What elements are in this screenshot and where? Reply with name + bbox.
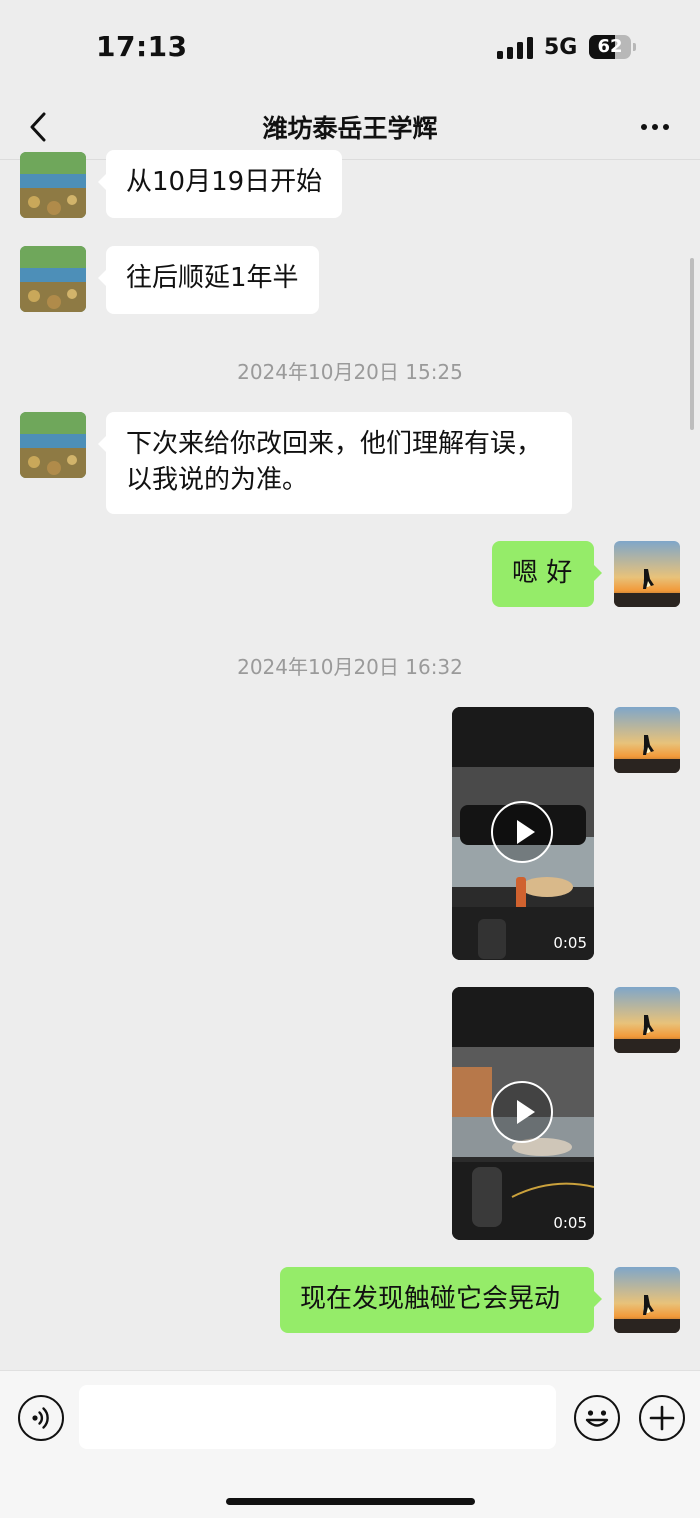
- message-bubble-incoming[interactable]: 下次来给你改回来，他们理解有误，以我说的为准。: [98, 412, 572, 514]
- message-input[interactable]: [79, 1385, 556, 1449]
- message-timestamp: 2024年10月20日 16:32: [237, 655, 463, 679]
- home-indicator: [226, 1498, 475, 1505]
- battery-nub: [633, 43, 636, 51]
- video-duration: 0:05: [553, 934, 587, 952]
- chevron-left-icon: [30, 112, 46, 142]
- more-button[interactable]: [632, 109, 678, 145]
- battery-icon: 62: [589, 35, 631, 59]
- input-bar: [0, 1370, 700, 1518]
- nav-bar: 潍坊泰岳王学辉: [0, 95, 700, 160]
- status-bar: 17:13 5G 62: [0, 0, 700, 95]
- scrollbar[interactable]: [690, 258, 694, 430]
- video-duration: 0:05: [553, 1214, 587, 1232]
- play-icon[interactable]: [491, 1081, 553, 1143]
- play-icon[interactable]: [491, 801, 553, 863]
- status-time: 17:13: [96, 30, 188, 63]
- video-message[interactable]: 0:05: [452, 707, 594, 960]
- message-text: 往后顺延1年半: [126, 263, 299, 293]
- message-bubble-incoming[interactable]: 从10月19日开始: [97, 150, 343, 218]
- emoji-icon: [585, 1410, 609, 1427]
- message-text: 现在发现触碰它会晃动: [300, 1284, 561, 1314]
- my-avatar[interactable]: [614, 987, 680, 1053]
- message-text: 嗯 好: [512, 558, 573, 588]
- message-bubble-incoming[interactable]: 往后顺延1年半: [98, 246, 319, 314]
- voice-icon: [32, 1407, 49, 1429]
- contact-avatar[interactable]: [20, 246, 86, 312]
- message-bubble-outgoing[interactable]: 嗯 好: [492, 541, 602, 607]
- signal-icon: [497, 37, 533, 59]
- message-text: 从10月19日开始: [126, 167, 323, 197]
- chat-title: 潍坊泰岳王学辉: [262, 114, 438, 143]
- video-message[interactable]: 0:05: [452, 987, 594, 1240]
- network-label: 5G: [544, 35, 578, 60]
- contact-avatar[interactable]: [20, 412, 86, 478]
- my-avatar[interactable]: [614, 1267, 680, 1333]
- add-button[interactable]: [639, 1395, 685, 1441]
- battery-level: 62: [597, 36, 623, 57]
- message-text: 下次来给你改回来，他们理解有误，以我说的为准。: [126, 429, 543, 495]
- my-avatar[interactable]: [614, 541, 680, 607]
- my-avatar[interactable]: [614, 707, 680, 773]
- message-bubble-outgoing[interactable]: 现在发现触碰它会晃动: [280, 1267, 602, 1333]
- back-button[interactable]: [20, 107, 60, 147]
- voice-button[interactable]: [18, 1395, 64, 1441]
- emoji-button[interactable]: [574, 1395, 620, 1441]
- contact-avatar[interactable]: [20, 152, 86, 218]
- message-timestamp: 2024年10月20日 15:25: [237, 360, 463, 384]
- plus-icon: [649, 1405, 675, 1431]
